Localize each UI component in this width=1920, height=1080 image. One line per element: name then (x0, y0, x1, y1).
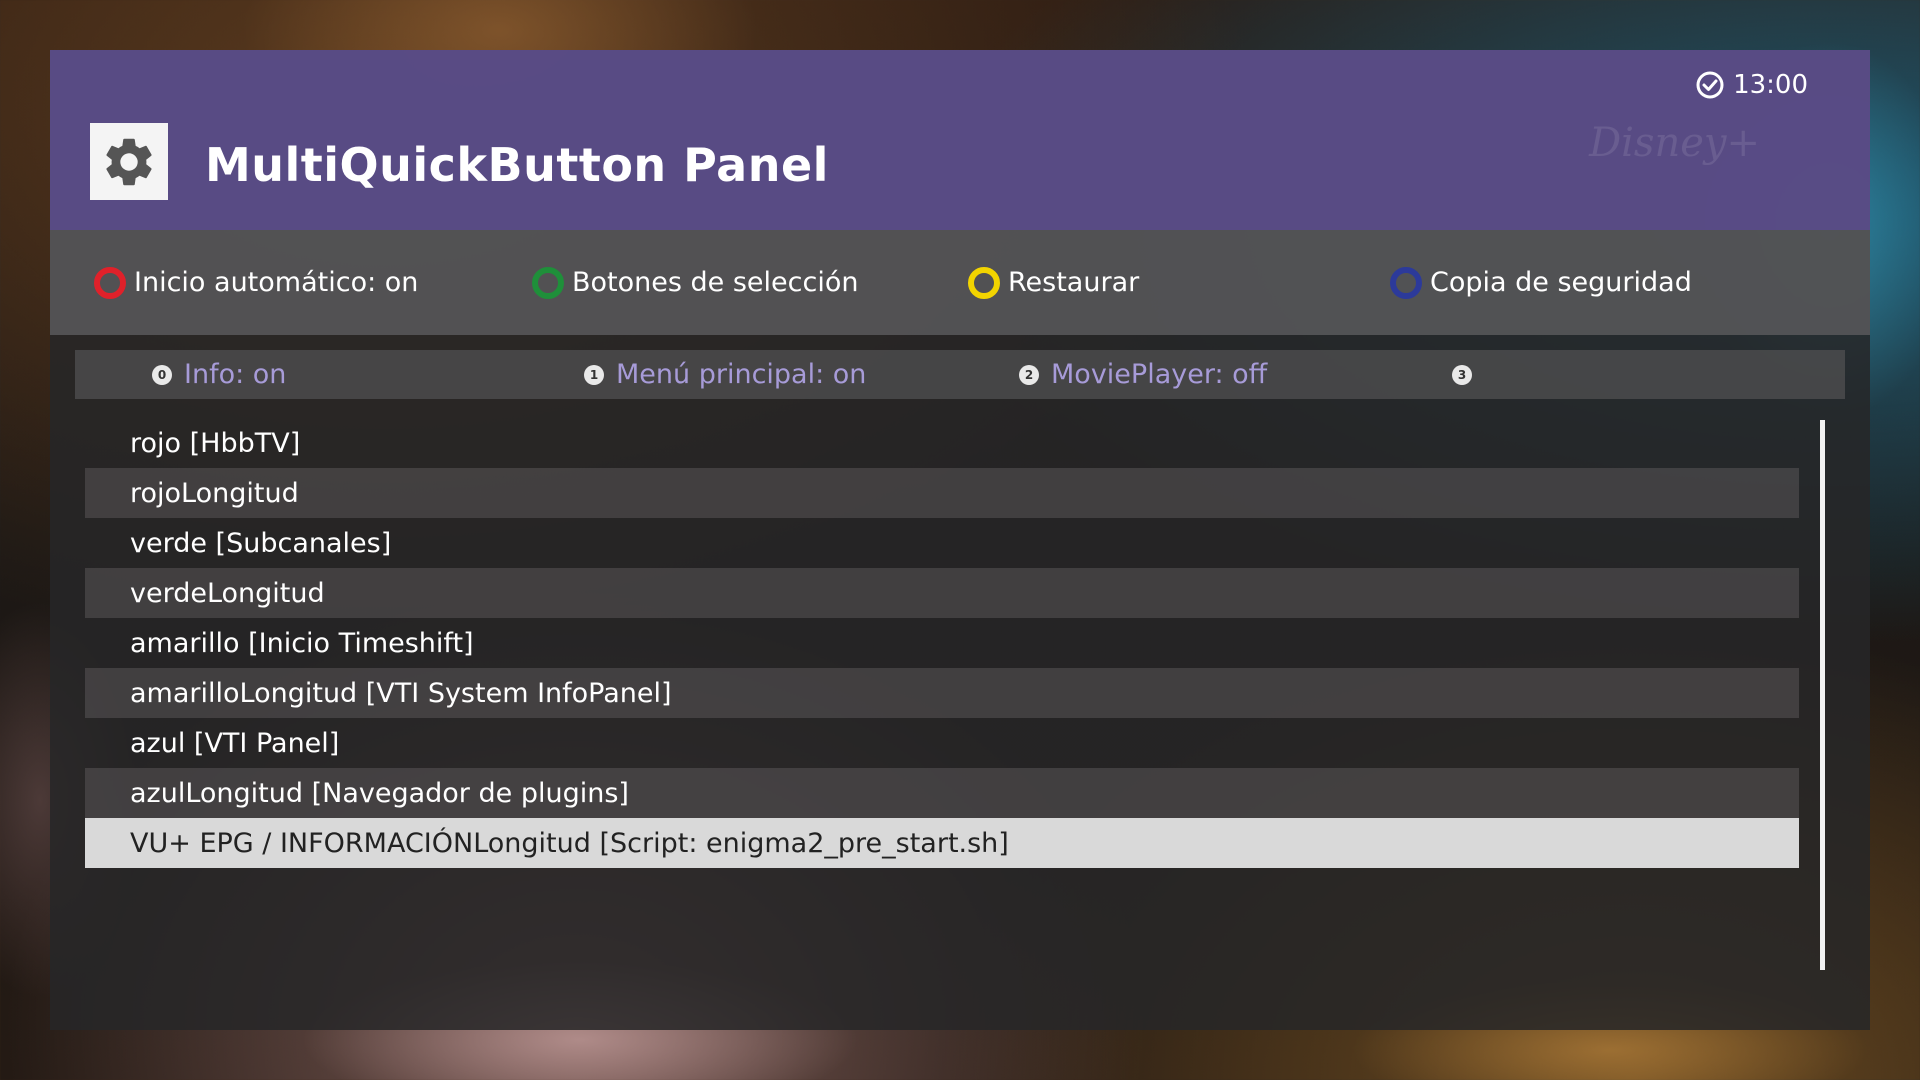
red-button[interactable]: Inicio automático: on (94, 230, 418, 335)
clock-time: 13:00 (1733, 70, 1808, 100)
key-3-badge: 3 (1452, 364, 1472, 385)
key-0-label: Info: on (184, 359, 287, 390)
key-3-option[interactable]: 3 (1452, 350, 1484, 399)
blue-circle-icon (1390, 266, 1422, 299)
number-key-bar: 0 Info: on 1 Menú principal: on 2 MovieP… (75, 350, 1845, 399)
green-button[interactable]: Botones de selección (532, 230, 858, 335)
list-item[interactable]: rojo [HbbTV] (85, 418, 1799, 468)
blue-button[interactable]: Copia de seguridad (1390, 230, 1692, 335)
channel-watermark: Disney+ (1589, 120, 1760, 166)
button-assignment-list: rojo [HbbTV] rojoLongitud verde [Subcana… (85, 418, 1799, 868)
list-item[interactable]: amarilloLongitud [VTI System InfoPanel] (85, 668, 1799, 718)
key-1-label: Menú principal: on (616, 359, 867, 390)
clock: 13:00 (1695, 70, 1808, 100)
key-1-option[interactable]: 1 Menú principal: on (584, 350, 866, 399)
green-circle-icon (532, 266, 564, 299)
key-0-option[interactable]: 0 Info: on (152, 350, 286, 399)
list-scrollbar[interactable] (1820, 420, 1825, 970)
list-item[interactable]: verdeLongitud (85, 568, 1799, 618)
key-0-badge: 0 (152, 364, 172, 385)
gear-icon (90, 123, 168, 200)
color-button-bar: Inicio automático: on Botones de selecci… (50, 230, 1870, 335)
red-button-label: Inicio automático: on (134, 267, 419, 298)
panel-header: MultiQuickButton Panel Disney+ 13:00 (50, 50, 1870, 230)
red-circle-icon (94, 266, 126, 299)
yellow-circle-icon (968, 266, 1000, 299)
list-item-selected[interactable]: VU+ EPG / INFORMACIÓNLongitud [Script: e… (85, 818, 1799, 868)
multiquickbutton-panel: MultiQuickButton Panel Disney+ 13:00 Ini… (50, 50, 1870, 1030)
key-2-option[interactable]: 2 MoviePlayer: off (1019, 350, 1267, 399)
page-title: MultiQuickButton Panel (205, 138, 829, 192)
green-button-label: Botones de selección (572, 267, 859, 298)
blue-button-label: Copia de seguridad (1430, 267, 1692, 298)
list-item[interactable]: azul [VTI Panel] (85, 718, 1799, 768)
list-item[interactable]: verde [Subcanales] (85, 518, 1799, 568)
clock-icon (1696, 71, 1724, 99)
key-1-badge: 1 (584, 364, 604, 385)
key-2-badge: 2 (1019, 364, 1039, 385)
key-2-label: MoviePlayer: off (1051, 359, 1268, 390)
list-item[interactable]: amarillo [Inicio Timeshift] (85, 618, 1799, 668)
yellow-button[interactable]: Restaurar (968, 230, 1139, 335)
list-item[interactable]: azulLongitud [Navegador de plugins] (85, 768, 1799, 818)
list-item[interactable]: rojoLongitud (85, 468, 1799, 518)
yellow-button-label: Restaurar (1008, 267, 1140, 298)
